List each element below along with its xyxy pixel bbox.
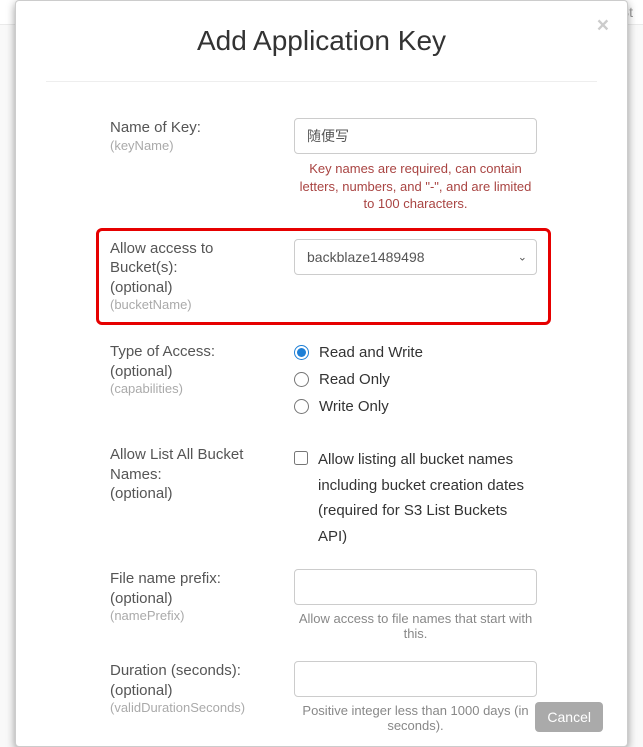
list-checkbox-label: Allow listing all bucket names including… xyxy=(318,447,537,549)
radio-read-only-input[interactable] xyxy=(294,372,309,387)
radio-write-only-input[interactable] xyxy=(294,399,309,414)
radio-read-only-label: Read Only xyxy=(319,371,390,388)
access-hint: (capabilities) xyxy=(110,381,284,398)
duration-hint: (validDurationSeconds) xyxy=(110,700,284,717)
access-label: Type of Access: xyxy=(110,342,284,362)
name-of-key-row: Name of Key: (keyName) Key names are req… xyxy=(110,118,537,213)
modal-title: Add Application Key xyxy=(46,25,597,57)
radio-write-only-label: Write Only xyxy=(319,398,389,415)
duration-label: Duration (seconds): xyxy=(110,661,284,681)
list-checkbox-input[interactable] xyxy=(294,451,308,465)
prefix-optional: (optional) xyxy=(110,589,284,609)
prefix-hint: (namePrefix) xyxy=(110,608,284,625)
bucket-optional: (optional) xyxy=(110,278,284,298)
prefix-help: Allow access to file names that start wi… xyxy=(294,611,537,641)
prefix-label: File name prefix: xyxy=(110,569,284,589)
duration-help: Positive integer less than 1000 days (in… xyxy=(294,703,537,733)
duration-input[interactable] xyxy=(294,661,537,697)
modal-footer: Cancel xyxy=(535,702,603,732)
bucket-select[interactable]: backblaze1489498 xyxy=(294,239,537,275)
radio-read-only[interactable]: Read Only xyxy=(294,371,537,388)
name-label: Name of Key: xyxy=(110,118,284,138)
close-icon[interactable]: × xyxy=(597,15,609,36)
radio-write-only[interactable]: Write Only xyxy=(294,398,537,415)
list-buckets-row: Allow List All Bucket Names: (optional) … xyxy=(110,445,537,549)
bucket-hint: (bucketName) xyxy=(110,297,284,314)
type-of-access-row: Type of Access: (optional) (capabilities… xyxy=(110,342,537,425)
key-name-input[interactable] xyxy=(294,118,537,154)
radio-read-write[interactable]: Read and Write xyxy=(294,344,537,361)
file-prefix-row: File name prefix: (optional) (namePrefix… xyxy=(110,569,537,641)
file-prefix-input[interactable] xyxy=(294,569,537,605)
divider xyxy=(46,81,597,82)
bucket-access-row: Allow access to Bucket(s): (optional) (b… xyxy=(110,239,537,314)
access-optional: (optional) xyxy=(110,362,284,382)
name-hint: (keyName) xyxy=(110,138,284,155)
list-label: Allow List All Bucket Names: xyxy=(110,445,284,484)
list-checkbox-item[interactable]: Allow listing all bucket names including… xyxy=(294,445,537,549)
radio-read-write-input[interactable] xyxy=(294,345,309,360)
duration-row: Duration (seconds): (optional) (validDur… xyxy=(110,661,537,733)
list-optional: (optional) xyxy=(110,484,284,504)
add-key-modal: × Add Application Key Name of Key: (keyN… xyxy=(15,0,628,747)
duration-optional: (optional) xyxy=(110,681,284,701)
radio-read-write-label: Read and Write xyxy=(319,344,423,361)
key-name-error: Key names are required, can contain lett… xyxy=(294,160,537,213)
bucket-label: Allow access to Bucket(s): xyxy=(110,239,284,278)
cancel-button[interactable]: Cancel xyxy=(535,702,603,732)
form-body: Name of Key: (keyName) Key names are req… xyxy=(46,118,597,747)
